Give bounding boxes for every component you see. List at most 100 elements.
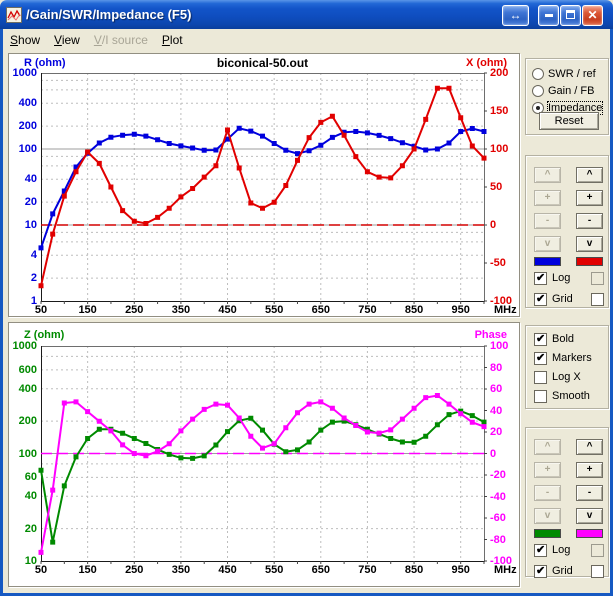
checkbox-label: Smooth — [552, 390, 590, 402]
scale-minus-button: - — [534, 213, 561, 229]
scale-plus-button: + — [534, 190, 561, 206]
tick-label: 550 — [254, 564, 294, 576]
tick-label: 600 — [10, 364, 37, 376]
checkbox[interactable] — [591, 565, 604, 578]
tick-label: 4 — [10, 249, 37, 261]
trace-color-swatch — [534, 257, 561, 266]
tick-label: 150 — [490, 105, 520, 117]
log-row[interactable]: ✔ Log — [534, 543, 604, 557]
tick-label: 650 — [301, 564, 341, 576]
scale-up-button: ^ — [534, 439, 561, 455]
checkbox — [591, 272, 604, 285]
grid-row[interactable]: ✔Grid — [534, 564, 604, 578]
checkbox-row-markers[interactable]: ✔ Markers — [534, 351, 606, 365]
scale-up-button[interactable]: ^ — [576, 439, 603, 455]
scale-minus-button[interactable]: - — [576, 213, 603, 229]
tick-label: -60 — [490, 512, 520, 524]
minimize-icon — [545, 14, 553, 17]
tick-label: 50 — [21, 564, 61, 576]
tick-label: 100 — [10, 143, 37, 155]
checkbox-label: Markers — [552, 352, 592, 364]
tick-label: 40 — [10, 173, 37, 185]
tick-label: 80 — [490, 362, 520, 374]
radio-button[interactable] — [532, 85, 544, 97]
tick-label: 10 — [10, 219, 37, 231]
tick-label: 950 — [441, 304, 481, 316]
tick-label: 550 — [254, 304, 294, 316]
maximize-button[interactable] — [560, 5, 581, 26]
top-scale-group: ^^++--vv✔Log✔Grid — [525, 155, 609, 308]
checkbox[interactable] — [591, 293, 604, 306]
tick-label: 150 — [68, 304, 108, 316]
close-button[interactable]: ✕ — [582, 5, 603, 26]
display-options-group: ✔Bold✔MarkersLog XSmooth — [525, 325, 609, 409]
scale-minus-button[interactable]: - — [576, 485, 603, 501]
series-r — [41, 128, 484, 248]
log-row[interactable]: ✔Log — [534, 271, 604, 285]
tick-label: 250 — [114, 304, 154, 316]
dock-button[interactable]: ↔ — [502, 5, 529, 26]
tick-label: 20 — [490, 426, 520, 438]
tick-label: -80 — [490, 534, 520, 546]
grid-row[interactable]: ✔Grid — [534, 292, 604, 306]
checkbox[interactable]: ✔ — [534, 293, 547, 306]
radio-gain-fb[interactable]: Gain / FB — [532, 84, 594, 98]
tick-label: 0 — [490, 448, 520, 460]
scale-down-button[interactable]: v — [576, 236, 603, 252]
menu-item-view[interactable]: View — [47, 31, 87, 49]
checkbox-row-bold[interactable]: ✔Bold — [534, 332, 606, 346]
scale-down-button: v — [534, 508, 561, 524]
tick-label: 40 — [10, 490, 37, 502]
menu-item-show[interactable]: Show — [3, 31, 47, 49]
check-icon: ✔ — [536, 332, 545, 345]
tick-label: 750 — [347, 304, 387, 316]
radio-swr-ref[interactable]: SWR / ref — [532, 67, 596, 81]
checkbox[interactable]: ✔ — [534, 333, 547, 346]
scale-plus-button[interactable]: + — [576, 190, 603, 206]
scale-plus-button[interactable]: + — [576, 462, 603, 478]
checkbox-label: Log — [552, 544, 570, 556]
checkbox-row-smooth[interactable]: Smooth — [534, 389, 606, 403]
tick-label: 250 — [114, 564, 154, 576]
bottom-scale-group: ^^++--vv✔Log✔Grid — [525, 427, 609, 577]
tick-label: 750 — [347, 564, 387, 576]
plot-type-group: SWR / refGain / FBImpedance Reset — [525, 58, 609, 135]
series-phase-markers — [39, 393, 487, 555]
checkbox[interactable] — [534, 390, 547, 403]
tick-label: 650 — [301, 304, 341, 316]
reset-button[interactable]: Reset — [539, 112, 599, 130]
top-plot-area — [9, 54, 519, 316]
scale-down-button[interactable]: v — [576, 508, 603, 524]
tick-label: 1000 — [10, 340, 37, 352]
checkbox[interactable]: ✔ — [534, 272, 547, 285]
checkbox[interactable]: ✔ — [534, 565, 547, 578]
tick-label: 50 — [21, 304, 61, 316]
trace-color-swatch — [576, 257, 603, 266]
trace-color-swatch — [576, 529, 603, 538]
tick-label: -40 — [490, 491, 520, 503]
series-r-markers — [39, 126, 487, 251]
chart-title: biconical-50.out — [41, 56, 484, 70]
titlebar[interactable]: /Gain/SWR/Impedance (F5) ↔ ✕ — [0, 0, 613, 29]
tick-label: 350 — [161, 564, 201, 576]
checkbox[interactable] — [534, 371, 547, 384]
impedance-chart-top: R (ohm) biconical-50.out X (ohm) MHz 100… — [8, 53, 520, 317]
checkbox — [591, 544, 604, 557]
tick-label: 100 — [490, 340, 520, 352]
series-x — [41, 88, 484, 286]
minimize-button[interactable] — [538, 5, 559, 26]
tick-label: 200 — [490, 67, 520, 79]
radio-button[interactable] — [532, 68, 544, 80]
tick-label: 1000 — [10, 67, 37, 79]
tick-label: 0 — [490, 219, 520, 231]
menu-item-plot[interactable]: Plot — [155, 31, 190, 49]
app-window: /Gain/SWR/Impedance (F5) ↔ ✕ ShowViewV/I… — [0, 0, 613, 596]
checkbox[interactable]: ✔ — [534, 352, 547, 365]
tick-label: 200 — [10, 120, 37, 132]
checkbox-label: Log X — [552, 371, 581, 383]
checkbox-row-log-x[interactable]: Log X — [534, 370, 606, 384]
checkbox[interactable]: ✔ — [534, 544, 547, 557]
tick-label: 40 — [490, 405, 520, 417]
scale-up-button[interactable]: ^ — [576, 167, 603, 183]
tick-label: 150 — [68, 564, 108, 576]
